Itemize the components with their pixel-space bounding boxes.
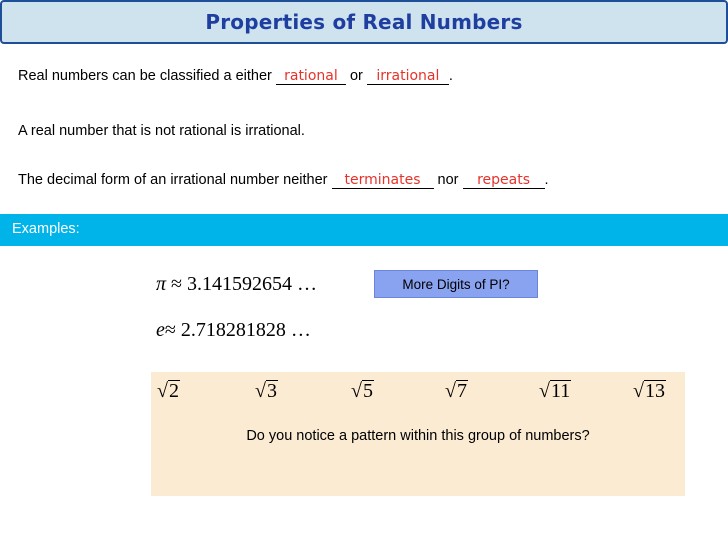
radical-icon: √ xyxy=(633,380,644,402)
approx-symbol: ≈ xyxy=(164,319,176,341)
blank-terminates: terminates xyxy=(331,172,434,189)
answer-irrational: irrational xyxy=(376,68,440,84)
radicand: 7 xyxy=(455,380,468,402)
blank-irrational: irrational xyxy=(366,68,449,85)
blank-rational: rational xyxy=(275,68,346,85)
answer-repeats: repeats xyxy=(477,172,530,188)
approx-symbol: ≈ xyxy=(171,273,183,295)
radical-icon: √ xyxy=(539,380,550,402)
irrational-definition: A real number that is not rational is ir… xyxy=(18,123,305,139)
radicand: 2 xyxy=(167,380,180,402)
sqrt-7: √7 xyxy=(445,380,468,403)
sentence-text: Real numbers can be classified a either xyxy=(18,68,276,84)
radicand: 11 xyxy=(549,380,572,402)
examples-band: Examples: xyxy=(0,214,728,246)
more-digits-pi-button[interactable]: More Digits of PI? xyxy=(374,270,538,298)
sentence-text: or xyxy=(345,68,367,84)
sentence-text: The decimal form of an irrational number… xyxy=(18,172,332,188)
radicand: 13 xyxy=(643,380,666,402)
sqrt-11: √11 xyxy=(539,380,572,403)
e-symbol: e xyxy=(156,319,165,341)
blank-repeats: repeats xyxy=(462,172,545,189)
radical-icon: √ xyxy=(445,380,456,402)
classification-sentence: Real numbers can be classified a either … xyxy=(18,68,453,85)
pi-value: 3.141592654 … xyxy=(187,273,318,295)
pattern-question: Do you notice a pattern within this grou… xyxy=(246,428,590,444)
answer-terminates: terminates xyxy=(344,172,421,188)
sqrt-5: √5 xyxy=(351,380,374,403)
e-value: 2.718281828 … xyxy=(180,319,311,341)
decimal-sentence: The decimal form of an irrational number… xyxy=(18,172,549,189)
page-title: Properties of Real Numbers xyxy=(205,10,523,34)
sqrt-13: √13 xyxy=(633,380,666,403)
sentence-text: nor xyxy=(433,172,463,188)
sqrt-3: √3 xyxy=(255,380,278,403)
pi-symbol: π xyxy=(156,273,167,295)
sentence-text: . xyxy=(544,172,549,188)
radical-icon: √ xyxy=(157,380,168,402)
radicand: 5 xyxy=(361,380,374,402)
radical-icon: √ xyxy=(255,380,266,402)
radicand: 3 xyxy=(265,380,278,402)
radical-icon: √ xyxy=(351,380,362,402)
examples-label: Examples: xyxy=(12,221,80,237)
e-approximation: e≈ 2.718281828 … xyxy=(156,319,311,342)
pattern-box: √2 √3 √5 √7 √11 √13 Do you notice a patt… xyxy=(151,372,685,496)
pi-approximation: π ≈ 3.141592654 … xyxy=(156,273,317,296)
sqrt-2: √2 xyxy=(157,380,180,403)
sentence-text: . xyxy=(448,68,453,84)
answer-rational: rational xyxy=(284,68,338,84)
